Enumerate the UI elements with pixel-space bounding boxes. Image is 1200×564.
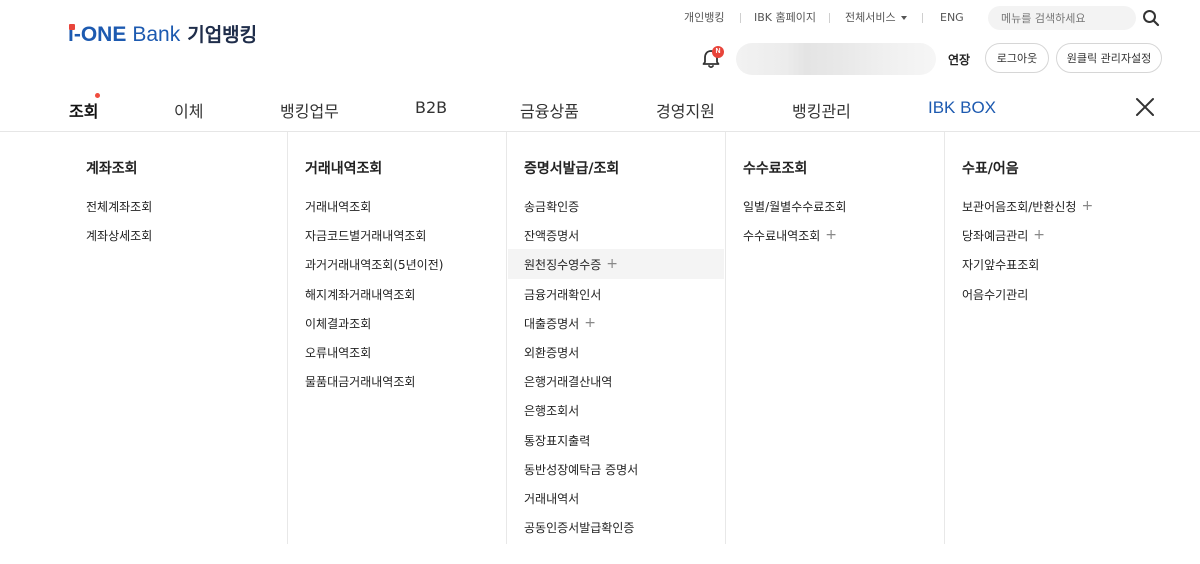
menu-item[interactable]: 은행거래결산내역	[524, 371, 743, 400]
session-extend-button[interactable]: 연장	[948, 51, 970, 68]
menu-item[interactable]: 이체결과조회	[305, 313, 524, 342]
logo-red-dot	[69, 24, 75, 30]
menu-list: 송금확인증 잔액증명서 원천징수영수증 + 금융거래확인서 대출증명서 + 외환증명…	[524, 196, 743, 546]
logo-corporate-banking: 기업뱅킹	[187, 24, 258, 46]
menu-item[interactable]: 과거거래내역조회(5년이전)	[305, 254, 524, 283]
menu-item[interactable]: 자금코드별거래내역조회	[305, 225, 524, 254]
menu-col-fee-inquiry: 수수료조회 일별/월별수수료조회 수수료내역조회 +	[743, 132, 962, 544]
menu-item[interactable]: 일별/월별수수료조회	[743, 196, 962, 225]
menu-list: 보관어음조회/반환신청 + 당좌예금관리 + 자기앞수표조회 어음수기관리	[962, 196, 1181, 313]
logo-i: i	[68, 23, 75, 46]
menu-item[interactable]: 거래내역조회	[305, 196, 524, 225]
logo-bank: Bank	[132, 23, 181, 46]
expand-plus-icon[interactable]: +	[584, 314, 596, 333]
menu-list: 거래내역조회 자금코드별거래내역조회 과거거래내역조회(5년이전) 해지계좌거래…	[305, 196, 524, 400]
gnb-business-support[interactable]: 경영지원	[656, 98, 715, 122]
menu-col-checks-bills: 수표/어음 보관어음조회/반환신청 + 당좌예금관리 + 자기앞수표조회 어음수기관…	[962, 132, 1181, 544]
column-title: 수수료조회	[743, 161, 808, 177]
menu-item[interactable]: 당좌예금관리 +	[962, 225, 1181, 254]
expand-plus-icon[interactable]: +	[825, 226, 837, 245]
menu-item[interactable]: 어음수기관리	[962, 284, 1181, 313]
search-icon[interactable]	[1142, 9, 1160, 27]
menu-item[interactable]: 수수료내역조회 +	[743, 225, 962, 254]
util-divider	[829, 13, 830, 23]
logo-one: -ONE	[73, 23, 127, 46]
menu-search-input[interactable]	[988, 6, 1136, 30]
menu-item[interactable]: 금융거래확인서	[524, 284, 743, 313]
menu-item[interactable]: 공동인증서발급확인증	[524, 517, 743, 546]
menu-item[interactable]: 잔액증명서	[524, 225, 743, 254]
menu-item[interactable]: 오류내역조회	[305, 342, 524, 371]
column-title: 거래내역조회	[305, 161, 383, 177]
expand-plus-icon[interactable]: +	[1081, 197, 1093, 216]
caret-down-icon	[900, 16, 907, 20]
column-title: 증명서발급/조회	[524, 161, 620, 177]
gnb-inquiry[interactable]: 조회	[69, 98, 98, 122]
util-divider	[740, 13, 741, 23]
menu-item[interactable]: 대출증명서 +	[524, 313, 743, 342]
ibk-homepage-link[interactable]: IBK 홈페이지	[754, 10, 816, 26]
all-services-dropdown[interactable]: 전체서비스	[845, 10, 907, 26]
logout-button[interactable]: 로그아웃	[985, 43, 1049, 73]
menu-item[interactable]: 보관어음조회/반환신청 +	[962, 196, 1181, 225]
column-title: 수표/어음	[962, 161, 1019, 177]
column-title: 계좌조회	[86, 161, 138, 177]
menu-col-account-inquiry: 계좌조회 전체계좌조회 계좌상세조회	[86, 132, 305, 544]
menu-item[interactable]: 해지계좌거래내역조회	[305, 284, 524, 313]
menu-item[interactable]: 동반성장예탁금 증명서	[524, 459, 743, 488]
menu-item[interactable]: 계좌상세조회	[86, 225, 305, 254]
close-icon[interactable]	[1134, 96, 1156, 118]
active-menu-dot	[95, 93, 100, 98]
menu-list: 일별/월별수수료조회 수수료내역조회 +	[743, 196, 962, 254]
menu-item[interactable]: 물품대금거래내역조회	[305, 371, 524, 400]
notification-new-badge: N	[712, 46, 724, 58]
gnb-banking-management[interactable]: 뱅킹관리	[792, 98, 851, 122]
menu-item[interactable]: 송금확인증	[524, 196, 743, 225]
english-link[interactable]: ENG	[940, 10, 964, 26]
gnb-banking-work[interactable]: 뱅킹업무	[280, 98, 339, 122]
global-navigation: 조회 이체 뱅킹업무 B2B 금융상품 경영지원 뱅킹관리 IBK BOX	[0, 98, 1200, 124]
ibk-logo[interactable]: i -ONE Bank 기업뱅킹	[68, 20, 257, 46]
gnb-b2b[interactable]: B2B	[415, 98, 447, 117]
menu-col-certificates: 증명서발급/조회 송금확인증 잔액증명서 원천징수영수증 + 금융거래확인서 대출…	[524, 132, 743, 544]
all-services-label: 전체서비스	[845, 11, 896, 24]
menu-item[interactable]: 전체계좌조회	[86, 196, 305, 225]
session-info-redacted	[736, 43, 936, 75]
gnb-ibk-box[interactable]: IBK BOX	[928, 98, 996, 118]
personal-banking-link[interactable]: 개인뱅킹	[684, 10, 724, 26]
util-divider	[922, 13, 923, 23]
menu-col-transaction-history: 거래내역조회 거래내역조회 자금코드별거래내역조회 과거거래내역조회(5년이전)…	[305, 132, 524, 544]
menu-item[interactable]: 외환증명서	[524, 342, 743, 371]
menu-item[interactable]: 은행조회서	[524, 400, 743, 429]
expand-plus-icon[interactable]: +	[1033, 226, 1045, 245]
menu-item[interactable]: 원천징수영수증 +	[524, 254, 743, 283]
menu-list: 전체계좌조회 계좌상세조회	[86, 196, 305, 254]
gnb-financial-products[interactable]: 금융상품	[520, 98, 579, 122]
one-click-admin-setting-button[interactable]: 원클릭 관리자설정	[1056, 43, 1162, 73]
gnb-transfer[interactable]: 이체	[174, 98, 203, 122]
menu-item[interactable]: 거래내역서	[524, 488, 743, 517]
expand-plus-icon[interactable]: +	[606, 255, 618, 274]
menu-item[interactable]: 통장표지출력	[524, 430, 743, 459]
menu-item[interactable]: 자기앞수표조회	[962, 254, 1181, 283]
